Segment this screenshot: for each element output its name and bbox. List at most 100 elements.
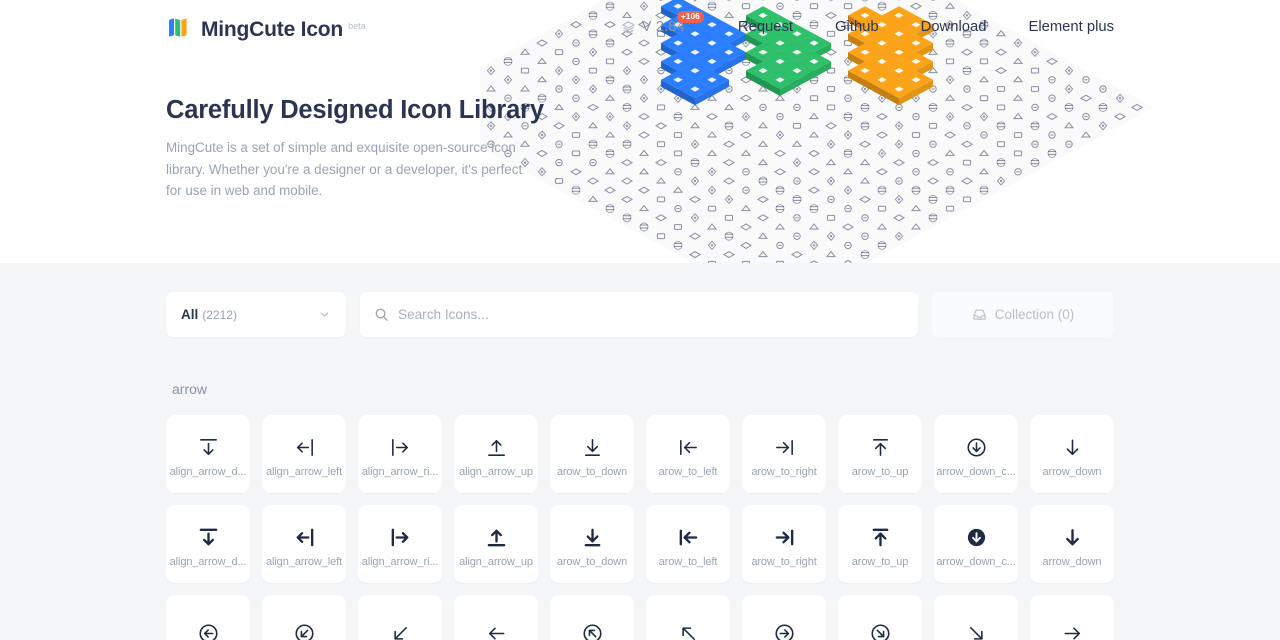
- icon-card-label: arow_to_down: [556, 556, 628, 568]
- align-arrow-down-icon: [197, 520, 220, 554]
- icon-card-label: align_arrow_d...: [169, 466, 247, 478]
- arrow-left-circle-icon: [197, 616, 220, 640]
- nav-link-element-plus[interactable]: Element plus: [1007, 19, 1114, 35]
- version-indicator[interactable]: V 2.84 +106: [621, 11, 704, 35]
- search-input[interactable]: [398, 307, 904, 322]
- beta-tag: beta: [348, 21, 366, 31]
- align-arrow-down-icon: [197, 430, 220, 464]
- icon-card-label: arrow_down: [1042, 466, 1102, 478]
- icon-card[interactable]: arow_to_up: [838, 505, 922, 583]
- arrow-to-right-icon: [773, 520, 796, 554]
- icon-card[interactable]: arow_to_right: [742, 415, 826, 493]
- icon-card[interactable]: align_arrow_up: [454, 415, 538, 493]
- arrow-to-left-icon: [677, 520, 700, 554]
- icon-card[interactable]: [1030, 595, 1114, 640]
- search-field-wrapper[interactable]: [360, 292, 918, 337]
- hero-section: MingCute Icon beta V 2.84 +106 Request G…: [0, 0, 1280, 263]
- icon-card[interactable]: align_arrow_ri...: [358, 415, 442, 493]
- inbox-icon: [972, 307, 987, 322]
- icon-card[interactable]: arrow_down: [1030, 415, 1114, 493]
- icon-card[interactable]: arow_to_down: [550, 415, 634, 493]
- icon-card[interactable]: align_arrow_d...: [166, 505, 250, 583]
- arrow-to-right-icon: [773, 430, 796, 464]
- icon-card-label: arow_to_left: [658, 466, 718, 478]
- icon-card[interactable]: arow_to_left: [646, 415, 730, 493]
- hero-copy: Carefully Designed Icon Library MingCute…: [166, 95, 556, 202]
- arrow-down-icon: [1061, 430, 1084, 464]
- icon-card[interactable]: [742, 595, 826, 640]
- icon-card[interactable]: arrow_down: [1030, 505, 1114, 583]
- icon-card[interactable]: align_arrow_d...: [166, 415, 250, 493]
- icon-card-label: align_arrow_d...: [169, 556, 247, 568]
- arrow-down-circle-icon: [965, 430, 988, 464]
- icon-card[interactable]: align_arrow_left: [262, 415, 346, 493]
- icon-card-label: arow_to_left: [658, 556, 718, 568]
- icon-card[interactable]: arow_to_down: [550, 505, 634, 583]
- nav-link-request[interactable]: Request: [717, 19, 814, 35]
- icon-card[interactable]: arow_to_right: [742, 505, 826, 583]
- arrow-to-down-icon: [581, 520, 604, 554]
- chevron-down-icon: [318, 308, 331, 321]
- hero-subtitle: MingCute is a set of simple and exquisit…: [166, 139, 523, 199]
- icon-card[interactable]: [646, 595, 730, 640]
- icon-card[interactable]: [550, 595, 634, 640]
- arrow-up-left-icon: [677, 616, 700, 640]
- nav-links-group: V 2.84 +106 Request Github Download Elem…: [621, 11, 1114, 35]
- arrow-to-up-icon: [869, 430, 892, 464]
- icon-card[interactable]: [454, 595, 538, 640]
- icon-card-label: arow_to_up: [851, 466, 909, 478]
- icon-card-label: align_arrow_ri...: [361, 556, 439, 568]
- nav-link-github[interactable]: Github: [814, 19, 900, 35]
- align-arrow-right-icon: [389, 430, 412, 464]
- icon-card-label: align_arrow_left: [265, 556, 343, 568]
- arrow-to-left-icon: [677, 430, 700, 464]
- icon-card[interactable]: [262, 595, 346, 640]
- icon-card-label: arow_to_right: [751, 556, 817, 568]
- collection-button[interactable]: Collection (0): [932, 292, 1114, 337]
- search-icon: [374, 307, 389, 322]
- category-select-count: (2212): [202, 307, 237, 322]
- icon-results-grid: align_arrow_d... align_arrow_left align_ar…: [166, 415, 1114, 640]
- icon-card[interactable]: align_arrow_ri...: [358, 505, 442, 583]
- icon-card[interactable]: arow_to_left: [646, 505, 730, 583]
- mingcute-logo-icon: [169, 18, 187, 37]
- arrow-to-down-icon: [581, 430, 604, 464]
- icon-card[interactable]: arrow_down_c...: [934, 505, 1018, 583]
- category-select[interactable]: All (2212): [166, 292, 346, 337]
- icon-card[interactable]: [358, 595, 442, 640]
- icon-card-label: arrow_down_c...: [936, 466, 1016, 478]
- icon-card[interactable]: arrow_down_c...: [934, 415, 1018, 493]
- icon-card[interactable]: align_arrow_up: [454, 505, 538, 583]
- layers-icon: [622, 20, 635, 33]
- icon-card-label: align_arrow_left: [265, 466, 343, 478]
- align-arrow-up-icon: [485, 520, 508, 554]
- icon-card[interactable]: align_arrow_left: [262, 505, 346, 583]
- arrow-right-icon: [1061, 616, 1084, 640]
- arrow-up-left-circle-icon: [581, 616, 604, 640]
- brand-logo[interactable]: MingCute Icon beta: [166, 14, 370, 40]
- icon-card[interactable]: [166, 595, 250, 640]
- align-arrow-left-icon: [293, 520, 316, 554]
- icon-card-label: align_arrow_up: [459, 466, 533, 478]
- arrow-right-circle-icon: [773, 616, 796, 640]
- nav-link-download[interactable]: Download: [900, 19, 1008, 35]
- icon-card[interactable]: [934, 595, 1018, 640]
- arrow-down-left-icon: [389, 616, 412, 640]
- arrow-down-circle-icon: [965, 520, 988, 554]
- brand-name: MingCute Icon: [201, 18, 344, 41]
- arrow-left-icon: [485, 616, 508, 640]
- icon-card-label: arrow_down: [1042, 556, 1102, 568]
- icon-card-label: arow_to_up: [851, 556, 909, 568]
- icon-card-label: align_arrow_ri...: [361, 466, 439, 478]
- icon-card-label: arow_to_right: [751, 466, 817, 478]
- arrow-down-left-circle-icon: [293, 616, 316, 640]
- icon-card[interactable]: arow_to_up: [838, 415, 922, 493]
- category-select-label: All: [181, 307, 199, 322]
- align-arrow-left-icon: [293, 430, 316, 464]
- collection-button-label: Collection (0): [994, 307, 1075, 322]
- content-area: All (2212) Collection (0) arrow alig: [0, 263, 1280, 640]
- icon-card-label: align_arrow_up: [459, 556, 533, 568]
- category-heading: arrow: [172, 381, 208, 397]
- arrow-down-icon: [1061, 520, 1084, 554]
- icon-card[interactable]: [838, 595, 922, 640]
